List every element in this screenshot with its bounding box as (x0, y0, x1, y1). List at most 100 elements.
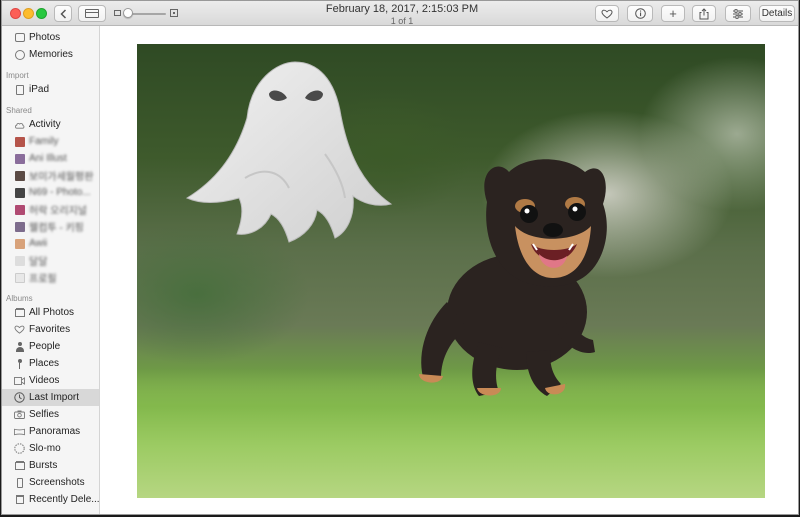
album-thumb-icon (14, 272, 25, 283)
sidebar-item-selfies[interactable]: Selfies (2, 406, 99, 423)
sidebar-item-label: 달달 (29, 257, 48, 268)
sliders-icon (733, 8, 743, 19)
sidebar-item-label: People (29, 341, 61, 352)
zoom-in-icon (170, 9, 178, 17)
zoom-out-icon (114, 10, 121, 16)
album-thumb-icon (14, 238, 25, 249)
sidebar-item-ipad[interactable]: iPad (2, 81, 99, 98)
album-thumb-icon (14, 187, 25, 198)
sidebar-item-shared-album[interactable]: 웰컴투 - 키핑 (2, 218, 99, 235)
details-button[interactable]: Details (759, 5, 795, 22)
close-window-button[interactable] (10, 8, 21, 19)
zoom-slider-knob[interactable] (123, 8, 133, 18)
sidebar-item-label: All Photos (29, 307, 75, 318)
sidebar-item-activity[interactable]: Activity (2, 116, 99, 133)
sidebar-item-label: Recently Dele... (29, 494, 99, 505)
sidebar-toggle-button[interactable] (78, 5, 106, 22)
sidebar-item-shared-album[interactable]: Awii (2, 235, 99, 252)
sidebar-item-label: Activity (29, 119, 61, 130)
memories-icon (14, 49, 25, 60)
add-button[interactable]: + (661, 5, 685, 22)
album-thumb-icon (14, 204, 25, 215)
sidebar-item-favorites[interactable]: Favorites (2, 321, 99, 338)
sidebar-section-import: Import (6, 71, 29, 80)
sidebar-item-label: Memories (29, 49, 73, 60)
sidebar-item-bursts[interactable]: Bursts (2, 457, 99, 474)
sidebar-item-label: Favorites (29, 324, 71, 335)
info-button[interactable] (627, 5, 653, 22)
photo-image[interactable] (137, 44, 765, 498)
sidebar-item-shared-album[interactable]: Ani Illust (2, 150, 99, 167)
toolbar: February 18, 2017, 2:15:03 PM 1 of 1 + D… (2, 1, 798, 26)
sidebar-item-last-import[interactable]: Last Import (2, 389, 99, 406)
sidebar-item-shared-album[interactable]: Family (2, 133, 99, 150)
all-photos-icon (14, 307, 25, 318)
sidebar-item-label: iPad (29, 84, 50, 95)
sidebar-item-shared-album[interactable]: N69 - Photo... (2, 184, 99, 201)
heart-icon (601, 9, 613, 19)
album-thumb-icon (14, 136, 25, 147)
photo-date-title: February 18, 2017, 2:15:03 PM (325, 3, 479, 15)
sidebar-item-label: N69 - Photo... (29, 187, 91, 198)
sidebar-item-panoramas[interactable]: Panoramas (2, 423, 99, 440)
person-icon (14, 341, 25, 352)
sidebar-item-recently-deleted[interactable]: Recently Dele... (2, 491, 99, 508)
share-button[interactable] (692, 5, 716, 22)
sidebar-item-videos[interactable]: Videos (2, 372, 99, 389)
favorite-button[interactable] (595, 5, 619, 22)
chevron-left-icon (59, 8, 66, 19)
sidebar-item-memories[interactable]: Memories (2, 46, 99, 63)
album-thumb-icon (14, 170, 25, 181)
photos-window: February 18, 2017, 2:15:03 PM 1 of 1 + D… (1, 0, 799, 515)
sidebar-section-shared: Shared (6, 106, 32, 115)
cloud-icon (14, 119, 25, 130)
album-thumb-icon (14, 255, 25, 266)
sidebar-item-shared-album[interactable]: 허락 오리지널 (2, 201, 99, 218)
sidebar-section-albums: Albums (6, 294, 33, 303)
sidebar-item-label: Awii (29, 238, 48, 249)
sidebar-item-label: Ani Illust (29, 153, 67, 164)
ipad-icon (14, 84, 25, 95)
photo-count: 1 of 1 (390, 16, 414, 26)
camera-icon (14, 409, 25, 420)
bursts-icon (14, 460, 25, 471)
sidebar-item-shared-album[interactable]: 달달 (2, 252, 99, 269)
share-icon (699, 7, 709, 19)
clock-icon (14, 392, 25, 403)
screenshot-icon (14, 477, 25, 488)
slomo-icon (14, 443, 25, 454)
album-thumb-icon (14, 153, 25, 164)
photos-icon (14, 32, 25, 43)
title-block: February 18, 2017, 2:15:03 PM 1 of 1 (302, 3, 502, 26)
sidebar-item-people[interactable]: People (2, 338, 99, 355)
sidebar-item-label: Videos (29, 375, 60, 386)
sidebar-icon (85, 9, 99, 18)
video-icon (14, 375, 25, 386)
panorama-icon (14, 426, 25, 437)
heart-icon (14, 324, 25, 335)
sidebar-item-shared-album[interactable]: 프로필 (2, 269, 99, 286)
sidebar: Photos Memories Import iPad Shared Activ… (2, 26, 100, 514)
sidebar-item-label: Slo-mo (29, 443, 61, 454)
sidebar-item-shared-album[interactable]: 보미가세월평판 (2, 167, 99, 184)
maximize-window-button[interactable] (36, 8, 47, 19)
sidebar-item-label: Bursts (29, 460, 58, 471)
back-button[interactable] (54, 5, 72, 22)
minimize-window-button[interactable] (23, 8, 34, 19)
adjust-button[interactable] (725, 5, 751, 22)
sidebar-item-label: Last Import (29, 392, 80, 403)
sidebar-item-places[interactable]: Places (2, 355, 99, 372)
sidebar-item-photos[interactable]: Photos (2, 29, 99, 46)
album-thumb-icon (14, 221, 25, 232)
sidebar-item-label: Photos (29, 32, 61, 43)
sidebar-item-screenshots[interactable]: Screenshots (2, 474, 99, 491)
sidebar-item-all-photos[interactable]: All Photos (2, 304, 99, 321)
sidebar-item-label: 허락 오리지널 (29, 206, 87, 217)
sidebar-item-label: Places (29, 358, 60, 369)
sidebar-item-label: 보미가세월평판 (29, 172, 94, 183)
sidebar-item-label: Family (29, 136, 59, 147)
pin-icon (14, 358, 25, 369)
sidebar-item-slo-mo[interactable]: Slo-mo (2, 440, 99, 457)
dog-subject (419, 159, 607, 396)
sidebar-item-label: Selfies (29, 409, 60, 420)
